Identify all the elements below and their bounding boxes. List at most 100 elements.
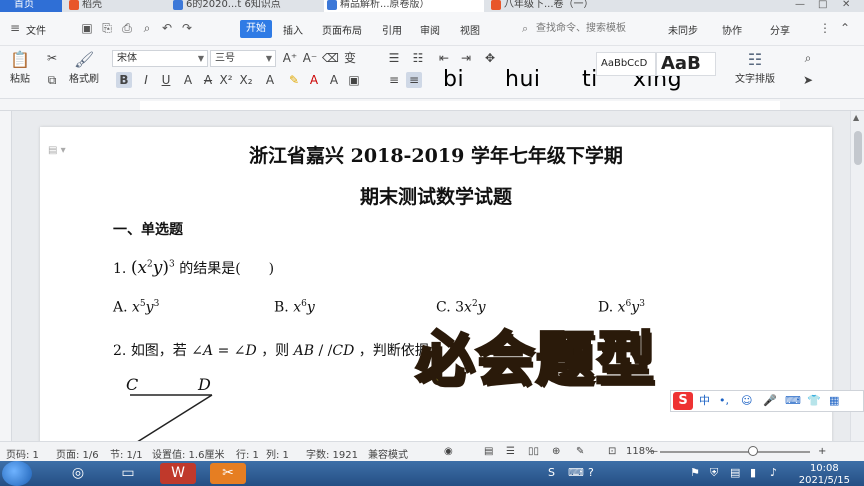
zoom-slider-knob[interactable] <box>748 446 758 456</box>
superscript-icon[interactable]: X² <box>218 72 234 88</box>
reading-view-icon[interactable]: ▯▯ <box>528 446 539 457</box>
align-center-icon[interactable]: ≡ <box>406 72 422 88</box>
copy-icon[interactable]: ⧉ <box>44 72 60 88</box>
tab-docer[interactable]: 稻壳 <box>66 0 166 12</box>
browser-icon[interactable]: ◎ <box>60 463 96 484</box>
char-border-icon[interactable]: A <box>326 72 342 88</box>
network-tray-icon[interactable]: ▤ <box>730 466 740 479</box>
find-icon[interactable]: ⌕ <box>800 50 816 66</box>
zoom-out-button[interactable]: — <box>648 446 658 457</box>
chinese-layout-icon[interactable]: ✥ <box>482 50 498 66</box>
undo-icon[interactable]: ↶ <box>160 21 174 35</box>
menu-reference[interactable]: 引用 <box>382 22 402 37</box>
save-icon[interactable]: ▣ <box>80 21 94 35</box>
format-painter-button[interactable]: 🖌 格式刷 <box>64 50 104 85</box>
paste-button[interactable]: 📋 粘贴 <box>6 50 34 85</box>
restore-button[interactable]: □ <box>818 0 827 12</box>
emoji-icon[interactable]: ☺ <box>741 393 752 409</box>
italic-icon[interactable]: I <box>138 72 154 88</box>
minimize-button[interactable]: — <box>795 0 805 12</box>
status-words[interactable]: 字数: 1921 <box>306 446 358 461</box>
help-tray-icon[interactable]: ? <box>588 466 594 479</box>
skin-icon[interactable]: 👕 <box>807 393 821 409</box>
ime-toolbar[interactable]: S 中 •, ☺ 🎤 ⌨ 👕 ▦ <box>670 390 864 412</box>
strikethrough-icon[interactable]: A <box>200 72 216 88</box>
volume-tray-icon[interactable]: ♪ <box>770 466 777 479</box>
sogou-tray-icon[interactable]: S <box>548 466 555 479</box>
bullet-list-icon[interactable]: ☰ <box>386 50 402 66</box>
print-icon[interactable]: ⎙ <box>120 21 134 35</box>
font-size-select[interactable]: 三号 ▼ <box>210 50 276 67</box>
page-view-icon[interactable]: ▤ <box>484 446 493 457</box>
eye-protect-icon[interactable]: ◉ <box>444 446 453 457</box>
fit-page-icon[interactable]: ⊡ <box>608 446 616 457</box>
align-left-icon[interactable]: ≡ <box>386 72 402 88</box>
vertical-ruler[interactable] <box>0 111 12 441</box>
menu-page-layout[interactable]: 页面布局 <box>322 22 362 37</box>
numbered-list-icon[interactable]: ☷ <box>410 50 426 66</box>
menu-icon[interactable]: ≡ <box>8 21 22 35</box>
ime-tray-icon[interactable]: ⌨ <box>568 466 584 479</box>
highlight-icon[interactable]: ✎ <box>286 72 302 88</box>
command-search[interactable]: ⌕ 查找命令、搜索模板 <box>520 21 660 37</box>
scroll-thumb[interactable] <box>854 131 862 165</box>
ime-mode-zh[interactable]: 中 <box>699 393 710 409</box>
cut-icon[interactable]: ✂ <box>44 50 60 66</box>
windows-start-icon[interactable] <box>2 461 32 486</box>
redo-icon[interactable]: ↷ <box>180 21 194 35</box>
folder-icon[interactable]: ▭ <box>110 463 146 484</box>
grow-font-icon[interactable]: A⁺ <box>282 50 298 66</box>
menu-file[interactable]: 文件 <box>26 22 46 37</box>
export-icon[interactable]: ⎘ <box>100 21 114 35</box>
shrink-font-icon[interactable]: A⁻ <box>302 50 318 66</box>
wps-icon[interactable]: W <box>160 463 196 484</box>
collab-button[interactable]: 协作 <box>722 22 742 37</box>
battery-tray-icon[interactable]: ▮ <box>750 466 756 479</box>
collapse-ribbon-icon[interactable]: ⌃ <box>838 21 852 35</box>
jianying-icon[interactable]: ✂ <box>210 463 246 484</box>
menu-review[interactable]: 审阅 <box>420 22 440 37</box>
share-button[interactable]: 分享 <box>770 22 790 37</box>
subscript-icon[interactable]: X₂ <box>238 72 254 88</box>
security-tray-icon[interactable]: ⛨ <box>710 466 718 480</box>
scroll-up-icon[interactable]: ▲ <box>853 113 859 122</box>
status-page-code[interactable]: 页码: 1 <box>6 446 39 461</box>
web-view-icon[interactable]: ⊕ <box>552 446 560 457</box>
toolbox-icon[interactable]: ▦ <box>829 393 839 409</box>
decrease-indent-icon[interactable]: ⇤ <box>436 50 452 66</box>
tab-doc-2[interactable]: 精品解析...原卷版） <box>324 0 484 12</box>
close-button[interactable]: ✕ <box>842 0 850 12</box>
font-name-select[interactable]: 宋体 ▼ <box>112 50 208 67</box>
flag-tray-icon[interactable]: ⚑ <box>690 466 700 479</box>
status-page[interactable]: 页面: 1/6 <box>56 446 99 461</box>
style-normal[interactable]: AaBbCcD <box>596 52 656 76</box>
font-color-icon[interactable]: A <box>306 72 322 88</box>
select-icon[interactable]: ➤ <box>800 72 816 88</box>
keyboard-icon[interactable]: ⌨ <box>785 393 801 409</box>
voice-icon[interactable]: 🎤 <box>763 393 777 409</box>
more-icon[interactable]: ⋮ <box>818 21 832 35</box>
menu-view[interactable]: 视图 <box>460 22 480 37</box>
horizontal-ruler[interactable] <box>0 99 864 111</box>
char-shade-icon[interactable]: ▣ <box>346 72 362 88</box>
menu-insert[interactable]: 插入 <box>283 22 303 37</box>
preview-icon[interactable]: ⌕ <box>140 21 154 35</box>
system-clock[interactable]: 10:08 2021/5/15 <box>799 464 850 486</box>
tab-doc-3[interactable]: 八年级下...卷（一） <box>488 0 638 12</box>
write-view-icon[interactable]: ✎ <box>576 446 584 457</box>
style-heading[interactable]: AaB <box>656 52 716 76</box>
punctuation-icon[interactable]: •, <box>719 393 729 409</box>
phonetic-guide-icon[interactable]: 变 <box>342 50 358 66</box>
text-layout-button[interactable]: ☷ 文字排版 <box>730 50 780 85</box>
increase-indent-icon[interactable]: ⇥ <box>458 50 474 66</box>
tab-home[interactable]: 首页 <box>0 0 62 12</box>
zoom-in-button[interactable]: + <box>818 446 826 457</box>
bold-icon[interactable]: B <box>116 72 132 88</box>
clear-format-icon[interactable]: ⌫ <box>322 50 339 66</box>
outline-view-icon[interactable]: ☰ <box>506 446 515 457</box>
sync-status[interactable]: 未同步 <box>668 22 698 37</box>
zoom-slider[interactable] <box>660 451 810 453</box>
font-color-a-icon[interactable]: A <box>180 72 196 88</box>
text-effect-icon[interactable]: A <box>262 72 278 88</box>
tab-doc-1[interactable]: 6的2020...t 6知识点 <box>170 0 320 12</box>
